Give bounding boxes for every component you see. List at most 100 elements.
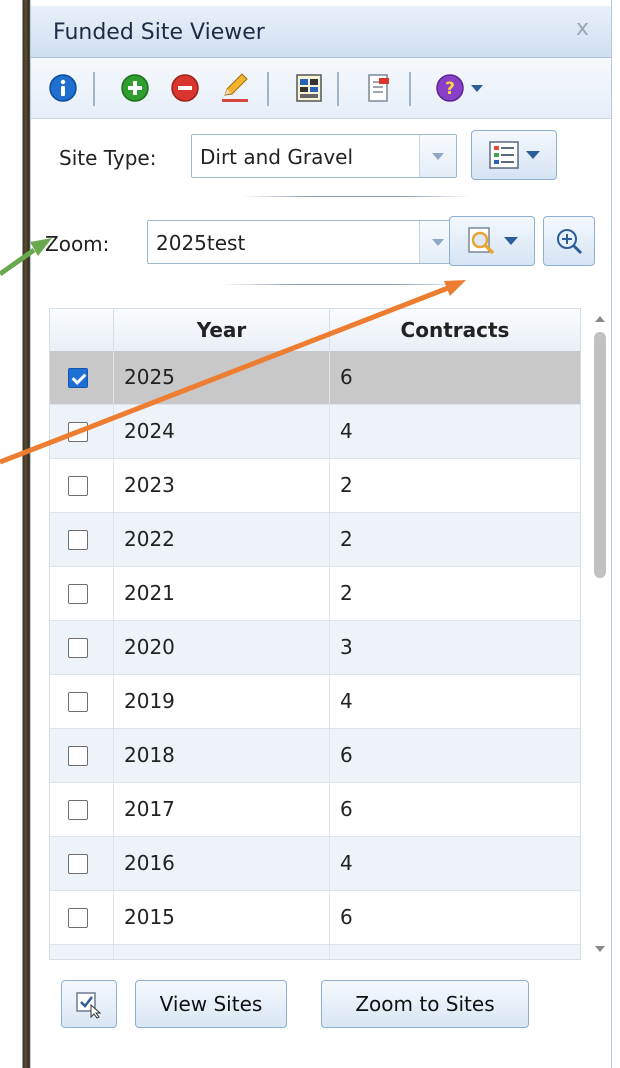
year-cell: 2016 bbox=[114, 837, 330, 890]
scrollbar-thumb[interactable] bbox=[594, 332, 606, 578]
row-checkbox[interactable] bbox=[68, 692, 88, 712]
row-select-cell bbox=[50, 621, 114, 674]
zoom-value: 2025test bbox=[156, 231, 246, 255]
funded-site-viewer-panel: Funded Site Viewer x ? Site Type: Dirt a… bbox=[30, 0, 612, 1068]
row-select-cell bbox=[50, 567, 114, 620]
table-row[interactable]: 2020 3 bbox=[50, 621, 580, 675]
row-select-cell bbox=[50, 783, 114, 836]
scroll-down-icon[interactable] bbox=[595, 946, 605, 952]
table-row[interactable]: 2024 4 bbox=[50, 405, 580, 459]
year-cell: 2019 bbox=[114, 675, 330, 728]
scroll-up-icon[interactable] bbox=[595, 316, 605, 322]
table-header: Year Contracts bbox=[50, 309, 580, 352]
toolbar-separator bbox=[267, 72, 269, 106]
table-icon[interactable] bbox=[291, 70, 327, 106]
row-select-cell bbox=[50, 351, 114, 404]
site-type-label: Site Type: bbox=[59, 146, 157, 170]
edit-pencil-icon[interactable] bbox=[217, 70, 253, 106]
legend-options-button[interactable] bbox=[471, 130, 557, 180]
row-select-cell bbox=[50, 837, 114, 890]
row-checkbox[interactable] bbox=[68, 368, 88, 388]
row-select-cell bbox=[50, 405, 114, 458]
contracts-cell: 6 bbox=[340, 797, 353, 821]
remove-icon[interactable] bbox=[167, 70, 203, 106]
map-edge bbox=[0, 0, 30, 1068]
contracts-cell: 6 bbox=[340, 743, 353, 767]
close-icon[interactable]: x bbox=[576, 16, 589, 41]
row-select-cell bbox=[50, 513, 114, 566]
contracts-cell: 4 bbox=[340, 851, 353, 875]
contracts-cell: 2 bbox=[340, 527, 353, 551]
add-icon[interactable] bbox=[117, 70, 153, 106]
title-bar: Funded Site Viewer x bbox=[31, 6, 611, 58]
contracts-cell: 2 bbox=[340, 473, 353, 497]
zoom-options-button[interactable] bbox=[449, 216, 535, 266]
column-header-year[interactable]: Year bbox=[114, 309, 330, 351]
table-row[interactable]: 20142 bbox=[50, 945, 580, 959]
divider bbox=[241, 196, 471, 197]
contracts-cell: 3 bbox=[340, 635, 353, 659]
chevron-down-icon[interactable] bbox=[419, 135, 456, 177]
zoom-select[interactable]: 2025test bbox=[147, 220, 457, 264]
row-checkbox[interactable] bbox=[68, 908, 88, 928]
row-checkbox[interactable] bbox=[68, 584, 88, 604]
window-title: Funded Site Viewer bbox=[53, 20, 265, 45]
row-select-cell bbox=[50, 729, 114, 782]
row-checkbox[interactable] bbox=[68, 800, 88, 820]
row-checkbox[interactable] bbox=[68, 476, 88, 496]
info-icon[interactable] bbox=[45, 70, 81, 106]
row-checkbox[interactable] bbox=[68, 422, 88, 442]
zoom-to-sites-button[interactable]: Zoom to Sites bbox=[321, 980, 529, 1028]
row-select-cell bbox=[50, 891, 114, 944]
divider bbox=[221, 284, 471, 285]
year-cell: 2025 bbox=[114, 351, 330, 404]
table-row[interactable]: 2022 2 bbox=[50, 513, 580, 567]
year-cell: 2023 bbox=[114, 459, 330, 512]
toolbar-separator bbox=[337, 72, 339, 106]
table-row[interactable]: 2025 6 bbox=[50, 351, 580, 405]
contracts-cell: 4 bbox=[340, 419, 353, 443]
row-checkbox[interactable] bbox=[68, 530, 88, 550]
table-row[interactable]: 2018 6 bbox=[50, 729, 580, 783]
table-scrollbar[interactable] bbox=[589, 308, 611, 960]
row-checkbox[interactable] bbox=[68, 638, 88, 658]
year-cell: 2020 bbox=[114, 621, 330, 674]
help-icon[interactable]: ? bbox=[433, 70, 493, 106]
column-header-contracts[interactable]: Contracts bbox=[330, 309, 580, 351]
zoom-in-button[interactable] bbox=[543, 216, 595, 266]
years-table: Year Contracts 2025 6 2024 4 2023 2 2022 2 2021 2… bbox=[49, 308, 581, 960]
site-type-value: Dirt and Gravel bbox=[200, 145, 354, 169]
checkbox-cursor-icon bbox=[76, 992, 102, 1019]
row-checkbox[interactable] bbox=[68, 746, 88, 766]
year-cell: 2014 bbox=[114, 945, 330, 959]
site-type-select[interactable]: Dirt and Gravel bbox=[191, 134, 457, 178]
zoom-in-icon bbox=[557, 229, 583, 255]
contracts-cell: 2 bbox=[330, 945, 580, 959]
row-checkbox[interactable] bbox=[68, 854, 88, 874]
contracts-cell: 2 bbox=[340, 581, 353, 605]
chevron-down-icon bbox=[504, 237, 518, 245]
year-cell: 2017 bbox=[114, 783, 330, 836]
zoom-label: Zoom: bbox=[45, 232, 110, 256]
year-cell: 2018 bbox=[114, 729, 330, 782]
chevron-down-icon bbox=[526, 151, 540, 159]
table-row[interactable]: 2017 6 bbox=[50, 783, 580, 837]
contracts-cell: 4 bbox=[340, 689, 353, 713]
legend-list-icon bbox=[489, 141, 519, 169]
row-select-cell bbox=[50, 945, 114, 959]
contracts-cell: 6 bbox=[340, 905, 353, 929]
column-header-select[interactable] bbox=[50, 309, 114, 351]
table-row[interactable]: 2023 2 bbox=[50, 459, 580, 513]
zoom-document-icon bbox=[468, 227, 495, 255]
row-select-cell bbox=[50, 459, 114, 512]
view-sites-button[interactable]: View Sites bbox=[135, 980, 287, 1028]
table-row[interactable]: 2015 6 bbox=[50, 891, 580, 945]
table-row[interactable]: 2016 4 bbox=[50, 837, 580, 891]
table-row[interactable]: 2019 4 bbox=[50, 675, 580, 729]
row-select-cell bbox=[50, 675, 114, 728]
year-cell: 2022 bbox=[114, 513, 330, 566]
toolbar-separator bbox=[93, 72, 95, 106]
select-all-button[interactable] bbox=[61, 980, 117, 1028]
table-row[interactable]: 2021 2 bbox=[50, 567, 580, 621]
export-icon[interactable] bbox=[361, 70, 397, 106]
